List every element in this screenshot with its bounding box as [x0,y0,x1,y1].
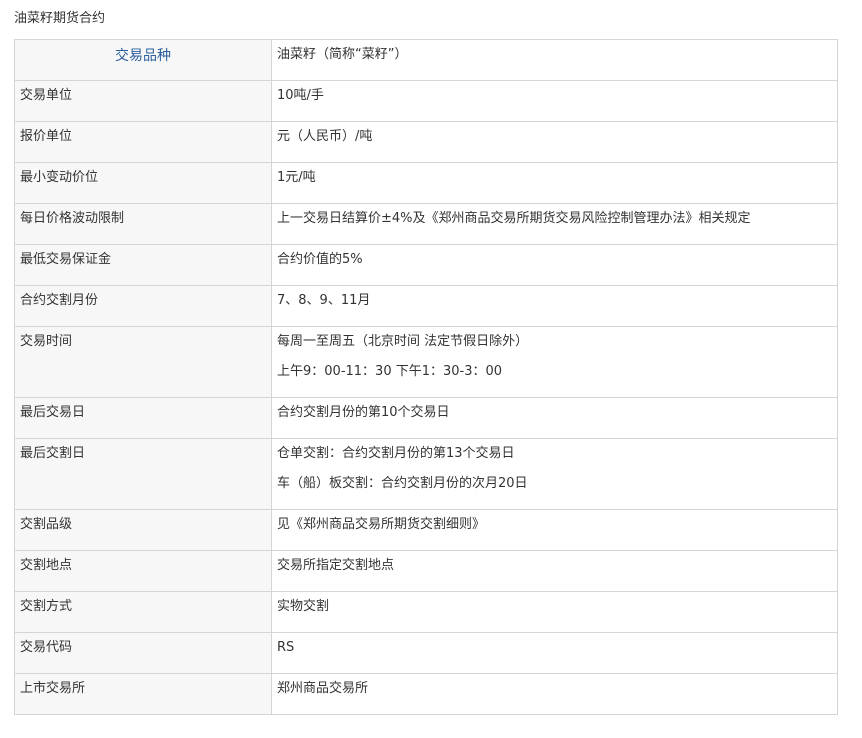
row-label: 交易时间 [14,326,272,398]
row-value: 上一交易日结算价±4%及《郑州商品交易所期货交易风险控制管理办法》相关规定 [271,203,838,245]
row-value: 7、8、9、11月 [271,285,838,327]
row-value: 交易所指定交割地点 [271,550,838,592]
row-label: 交易代码 [14,632,272,674]
row-value: RS [271,632,838,674]
contract-spec-table: 交易品种 油菜籽（简称“菜籽”） 交易单位 10吨/手 报价单位 元（人民币）/… [14,39,838,715]
row-value: 1元/吨 [271,162,838,204]
row-value: 元（人民币）/吨 [271,121,838,163]
row-label: 交易单位 [14,80,272,122]
table-row: 最小变动价位 1元/吨 [14,162,838,204]
row-label: 交割方式 [14,591,272,633]
table-row: 交易单位 10吨/手 [14,80,838,122]
row-label: 最后交易日 [14,397,272,439]
row-label: 交割品级 [14,509,272,551]
table-row: 最后交易日 合约交割月份的第10个交易日 [14,397,838,439]
row-value: 每周一至周五（北京时间 法定节假日除外） 上午9：00-11：30 下午1：30… [271,326,838,398]
row-value: 合约交割月份的第10个交易日 [271,397,838,439]
row-label: 上市交易所 [14,673,272,715]
row-value: 见《郑州商品交易所期货交割细则》 [271,509,838,551]
row-value: 合约价值的5% [271,244,838,286]
row-label: 交易品种 [14,39,272,81]
row-label: 合约交割月份 [14,285,272,327]
row-label: 最后交割日 [14,438,272,510]
row-label: 报价单位 [14,121,272,163]
row-value: 10吨/手 [271,80,838,122]
row-label: 每日价格波动限制 [14,203,272,245]
table-row: 交割品级 见《郑州商品交易所期货交割细则》 [14,509,838,551]
table-caption: 油菜籽期货合约 [14,11,106,26]
row-label: 最低交易保证金 [14,244,272,286]
table-row: 交易时间 每周一至周五（北京时间 法定节假日除外） 上午9：00-11：30 下… [14,326,838,398]
table-row: 上市交易所 郑州商品交易所 [14,673,838,715]
table-row: 报价单位 元（人民币）/吨 [14,121,838,163]
table-row: 交易代码 RS [14,632,838,674]
table-row: 交割地点 交易所指定交割地点 [14,550,838,592]
row-value: 油菜籽（简称“菜籽”） [271,39,838,81]
table-row: 最后交割日 仓单交割：合约交割月份的第13个交易日 车（船）板交割：合约交割月份… [14,438,838,510]
row-label: 最小变动价位 [14,162,272,204]
row-value: 郑州商品交易所 [271,673,838,715]
row-value: 实物交割 [271,591,838,633]
table-row: 交易品种 油菜籽（简称“菜籽”） [14,39,838,81]
table-row: 合约交割月份 7、8、9、11月 [14,285,838,327]
table-row: 最低交易保证金 合约价值的5% [14,244,838,286]
row-value: 仓单交割：合约交割月份的第13个交易日 车（船）板交割：合约交割月份的次月20日 [271,438,838,510]
page: 油菜籽期货合约 交易品种 油菜籽（简称“菜籽”） 交易单位 10吨/手 报价单位… [0,0,862,738]
table-row: 每日价格波动限制 上一交易日结算价±4%及《郑州商品交易所期货交易风险控制管理办… [14,203,838,245]
row-label: 交割地点 [14,550,272,592]
table-row: 交割方式 实物交割 [14,591,838,633]
